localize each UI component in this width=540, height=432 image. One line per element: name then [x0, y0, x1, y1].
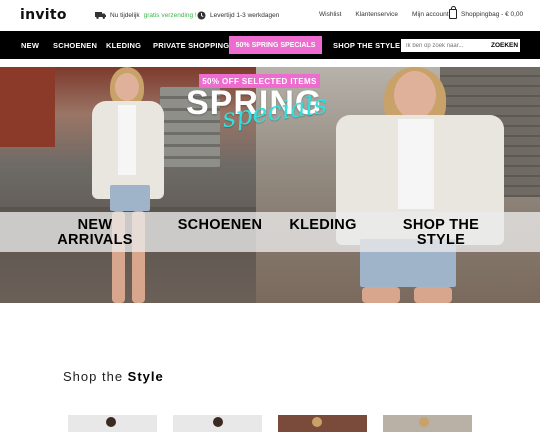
category-label: ARRIVALS — [57, 232, 133, 248]
category-schoenen[interactable]: SCHOENEN — [172, 218, 268, 233]
nav-item-kleding[interactable]: KLEDING — [106, 41, 141, 50]
usp-shipping: Nu tijdelijk gratis verzending ! — [95, 11, 197, 19]
model-right — [336, 67, 506, 303]
style-thumbnail[interactable] — [383, 415, 472, 432]
logo[interactable]: invito — [20, 7, 67, 23]
section-title: Shop the Style — [63, 369, 164, 384]
nav-item-new[interactable]: NEW — [21, 41, 39, 50]
style-thumbnail[interactable] — [173, 415, 262, 432]
usp-shipping-text: Nu tijdelijk — [110, 11, 140, 19]
nav-item-shop-the-style[interactable]: SHOP THE STYLE — [333, 41, 400, 50]
shopping-bag[interactable]: Shoppingbag - € 0,00 — [449, 6, 524, 19]
clock-icon — [197, 11, 206, 20]
section-title-bold: Style — [127, 369, 164, 384]
category-label: SHOP THE — [402, 217, 480, 233]
top-bar: invito Nu tijdelijk gratis verzending ! … — [0, 0, 540, 31]
usp-delivery-text: Levertijd 1-3 werkdagen — [210, 12, 280, 19]
category-label: NEW — [77, 217, 113, 233]
category-label: KLEDING — [289, 217, 357, 233]
search-input[interactable] — [401, 42, 487, 49]
wishlist-link[interactable]: Wishlist — [319, 11, 341, 18]
category-kleding[interactable]: KLEDING — [282, 218, 364, 233]
model-left — [88, 67, 168, 303]
nav-item-schoenen[interactable]: SCHOENEN — [53, 41, 97, 50]
my-account-link[interactable]: Mijn account — [412, 11, 449, 18]
usp-shipping-highlight: gratis verzending ! — [143, 11, 197, 19]
nav-item-private-shopping[interactable]: PRIVATE SHOPPING — [153, 41, 229, 50]
style-thumbnail[interactable] — [68, 415, 157, 432]
main-nav: NEW SCHOENEN KLEDING PRIVATE SHOPPING 50… — [0, 31, 540, 59]
category-label: SCHOENEN — [177, 217, 263, 233]
category-new-arrivals[interactable]: NEW ARRIVALS — [50, 218, 140, 248]
hero-banner[interactable]: 50% OFF SELECTED ITEMS SPRING specials N… — [0, 67, 540, 303]
shopping-bag-icon — [449, 6, 457, 19]
style-thumbnail[interactable] — [278, 415, 367, 432]
section-title-light: Shop the — [63, 369, 128, 384]
account-links: Wishlist Klantenservice Mijn account — [319, 11, 449, 18]
nav-item-spring-specials[interactable]: 50% SPRING SPECIALS — [229, 36, 322, 54]
customer-service-link[interactable]: Klantenservice — [355, 11, 398, 18]
truck-icon — [95, 12, 106, 19]
category-label: STYLE — [416, 232, 466, 248]
usp-delivery: Levertijd 1-3 werkdagen — [197, 11, 279, 20]
shopping-bag-label: Shoppingbag - € 0,00 — [461, 10, 524, 18]
category-shop-the-style[interactable]: SHOP THE STYLE — [394, 218, 488, 248]
search-button[interactable]: ZOEKEN — [487, 42, 518, 49]
search-bar: ZOEKEN — [401, 39, 520, 52]
